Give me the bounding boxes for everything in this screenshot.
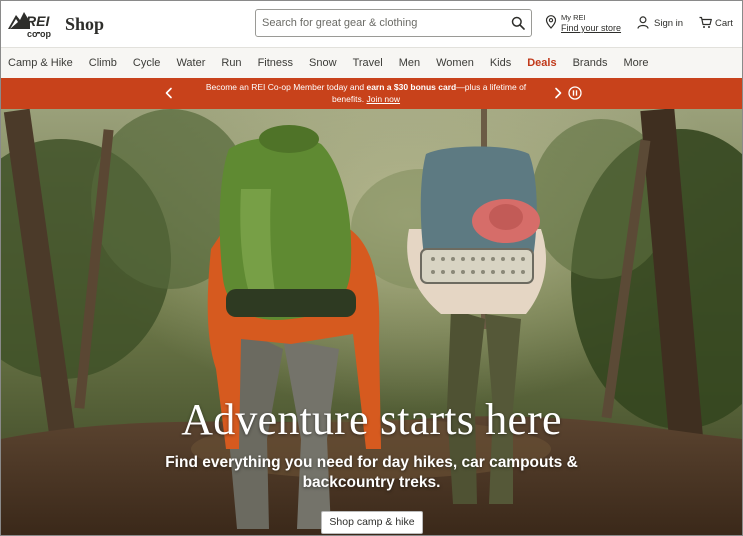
promo-text: Become an REI Co-op Member today and ear… — [191, 82, 541, 105]
svg-text:op: op — [40, 29, 51, 39]
cart-label[interactable]: Cart — [715, 18, 733, 29]
pause-icon[interactable] — [568, 86, 582, 100]
nav-item-camp-hike[interactable]: Camp & Hike — [8, 57, 73, 69]
nav-item-run[interactable]: Run — [221, 57, 241, 69]
location-pin-icon — [545, 15, 557, 29]
svg-text:co: co — [27, 29, 38, 39]
join-now-link[interactable]: Join now — [366, 94, 400, 104]
find-store-link[interactable]: Find your store — [561, 23, 621, 33]
nav-item-climb[interactable]: Climb — [89, 57, 117, 69]
hero-headline: Adventure starts here — [181, 395, 562, 444]
nav-item-cycle[interactable]: Cycle — [133, 57, 161, 69]
hero-subhead: Find everything you need for day hikes, … — [165, 454, 578, 491]
nav-item-water[interactable]: Water — [176, 57, 205, 69]
svg-text:REI: REI — [26, 13, 50, 29]
page: REI co op Shop My REI Find your store — [0, 0, 743, 536]
search-icon[interactable] — [511, 16, 525, 30]
nav-item-brands[interactable]: Brands — [573, 57, 608, 69]
nav-item-more[interactable]: More — [623, 57, 648, 69]
category-nav: Camp & Hike Climb Cycle Water Run Fitnes… — [1, 47, 742, 78]
nav-item-snow[interactable]: Snow — [309, 57, 337, 69]
shop-label[interactable]: Shop — [65, 14, 104, 35]
nav-item-deals[interactable]: Deals — [527, 57, 556, 69]
cart-icon — [699, 16, 712, 28]
nav-item-kids[interactable]: Kids — [490, 57, 511, 69]
search-input[interactable] — [262, 14, 502, 32]
promo-text-bold: earn a $30 bonus card — [366, 82, 457, 92]
nav-item-fitness[interactable]: Fitness — [258, 57, 293, 69]
chevron-left-icon[interactable] — [164, 87, 174, 99]
user-icon — [637, 16, 649, 29]
my-rei-label: My REI — [561, 13, 586, 22]
promo-banner: Become an REI Co-op Member today and ear… — [1, 78, 742, 109]
search-box[interactable] — [255, 9, 532, 37]
sign-in-label[interactable]: Sign in — [654, 18, 683, 29]
nav-item-travel[interactable]: Travel — [353, 57, 383, 69]
site-header: REI co op Shop My REI Find your store — [1, 1, 742, 47]
shop-camp-hike-button[interactable]: Shop camp & hike — [321, 511, 423, 534]
hero-banner: Adventure starts here Find everything yo… — [1, 109, 742, 535]
promo-text-lead: Become an REI Co-op Member today and — [205, 82, 367, 92]
nav-item-men[interactable]: Men — [399, 57, 420, 69]
nav-item-women[interactable]: Women — [436, 57, 474, 69]
rei-logo[interactable]: REI co op — [8, 7, 58, 39]
chevron-right-icon[interactable] — [553, 87, 563, 99]
